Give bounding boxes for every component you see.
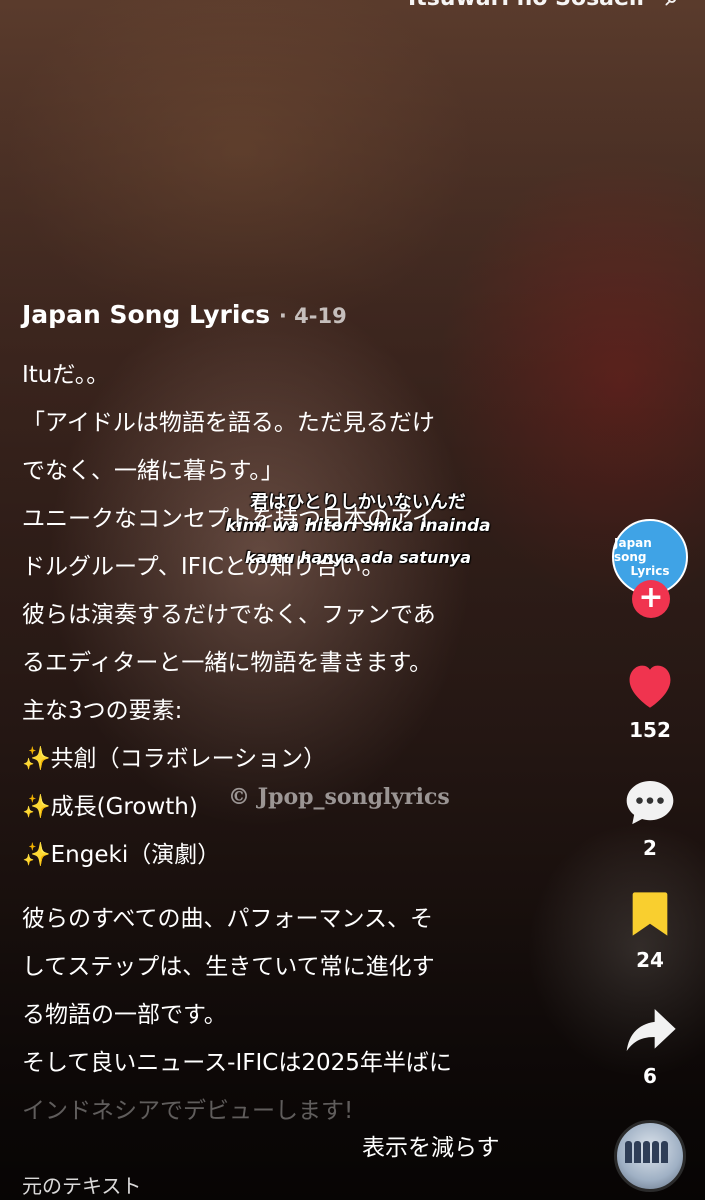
follow-plus-button[interactable]: + xyxy=(632,580,670,618)
save-count: 24 xyxy=(636,948,664,972)
caption-line: ドルグループ、IFICとの知り合い。 xyxy=(22,554,385,580)
comment-button[interactable]: 2 xyxy=(614,776,686,860)
group-photo-thumbnail xyxy=(625,1141,677,1171)
caption-line: でなく、一緒に暮らす。」 xyxy=(22,458,284,484)
caption-line: ✨Engeki（演劇） xyxy=(22,842,221,868)
heart-icon xyxy=(629,665,671,708)
avatar-text-line1: Japan song xyxy=(614,536,652,564)
original-text-link[interactable]: 元のテキスト xyxy=(22,1170,141,1199)
post-caption: Japan Song Lyrics · 4-19 Ituだ。。 「アイドルは物語… xyxy=(22,300,542,1135)
like-count: 152 xyxy=(629,718,671,742)
author-name[interactable]: Japan Song Lyrics xyxy=(22,300,270,329)
caption-line: 主な3つの要素: xyxy=(22,698,183,724)
caption-line: るエディターと一緒に物語を書きます。 xyxy=(22,650,433,676)
author-row: Japan Song Lyrics · 4-19 xyxy=(22,300,542,329)
caption-line: 「アイドルは物語を語る。ただ見るだけ xyxy=(22,410,435,436)
caption-line: してステップは、生きていて常に進化す xyxy=(22,954,435,980)
caption-line: る物語の一部です。 xyxy=(22,1002,227,1028)
caption-line: 彼らは演奏するだけでなく、ファンであ xyxy=(22,602,436,628)
caption-line: ✨共創（コラボレーション） xyxy=(22,746,327,772)
bookmark-icon xyxy=(632,892,668,936)
avatar-text-line2: Lyrics xyxy=(630,564,670,578)
comment-count: 2 xyxy=(643,836,657,860)
comment-bubble-icon xyxy=(626,781,674,825)
top-search-suggestion[interactable]: Itsuwari no Sosaeli ⌕ xyxy=(408,0,678,11)
caption-line: ユニークなコンセプトを持つ日本のアイ xyxy=(22,506,435,532)
share-count: 6 xyxy=(643,1064,657,1088)
share-button[interactable]: 6 xyxy=(614,1004,686,1088)
like-button[interactable]: 152 xyxy=(614,660,686,742)
share-arrow-icon xyxy=(626,1009,676,1051)
caption-line: ✨成長(Growth) xyxy=(22,794,198,820)
top-search-text: Itsuwari no Sosaeli xyxy=(408,0,644,11)
sound-disc-thumbnail[interactable] xyxy=(614,1120,686,1192)
caption-line: 彼らのすべての曲、パフォーマンス、そ xyxy=(22,906,434,932)
caption-line: そして良いニュース-IFICは2025年半ばに xyxy=(22,1050,452,1076)
post-date: · 4-19 xyxy=(278,304,347,328)
caption-line: Ituだ。。 xyxy=(22,362,110,388)
search-icon: ⌕ xyxy=(666,0,678,11)
save-bookmark-button[interactable]: 24 xyxy=(614,888,686,972)
show-less-button[interactable]: 表示を減らす xyxy=(362,1128,500,1162)
